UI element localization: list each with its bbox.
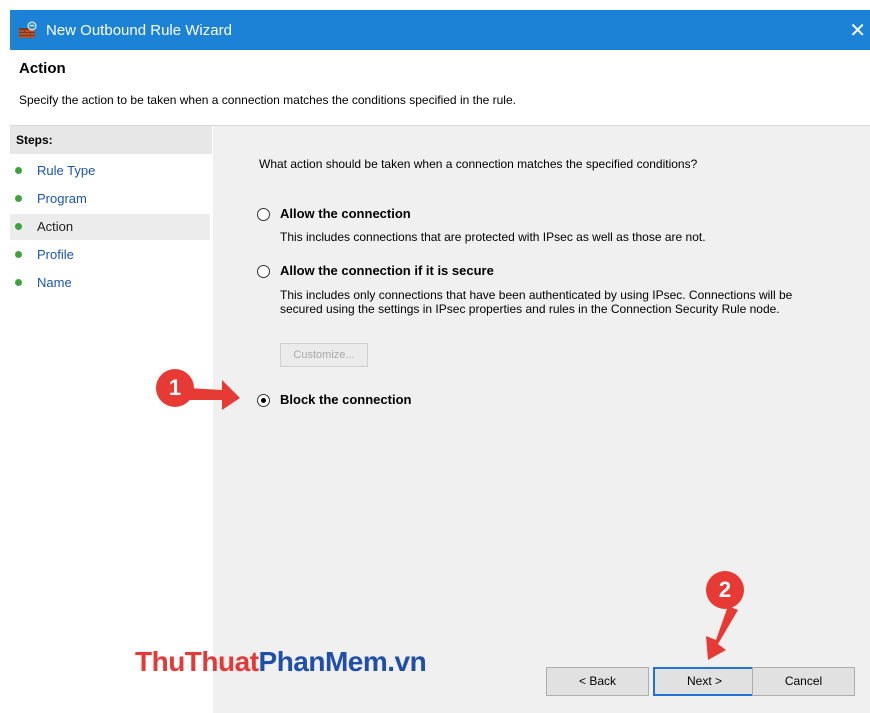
steps-header: Steps: [10,126,212,154]
step-label: Profile [37,247,74,262]
main-panel: What action should be taken when a conne… [213,126,870,713]
step-name[interactable]: Name [10,270,210,296]
allow-connection-description: This includes connections that are prote… [280,230,706,244]
step-label: Program [37,191,87,206]
step-2-badge: 2 [706,571,744,609]
watermark: ThuThuatPhanMem.vn [135,646,427,678]
close-icon[interactable]: ✕ [849,18,866,43]
allow-connection-radio[interactable] [257,208,270,221]
allow-if-secure-radio[interactable] [257,265,270,278]
block-connection-label[interactable]: Block the connection [280,392,411,407]
step-program[interactable]: Program [10,186,210,212]
step-bullet-icon [15,251,22,258]
firewall-icon [18,20,38,40]
step-label: Action [37,219,74,234]
allow-connection-label[interactable]: Allow the connection [280,206,411,221]
allow-if-secure-description: This includes only connections that have… [280,288,793,316]
block-connection-radio[interactable] [257,394,270,407]
watermark-part-1: ThuThuat [135,646,259,677]
step-1-badge: 1 [156,369,194,407]
step-profile[interactable]: Profile [10,242,210,268]
action-question: What action should be taken when a conne… [259,157,698,171]
watermark-part-2: PhanMem.vn [258,646,427,677]
next-button[interactable]: Next > [653,667,756,696]
allow-if-secure-label[interactable]: Allow the connection if it is secure [280,263,494,278]
window-title: New Outbound Rule Wizard [46,21,232,39]
wizard-header: Action Specify the action to be taken wh… [10,50,870,125]
step-label: Rule Type [37,163,96,178]
step-action[interactable]: Action [10,214,210,240]
step-bullet-icon [15,195,22,202]
page-title: Action [19,60,66,77]
customize-button[interactable]: Customize... [280,343,368,367]
step-bullet-icon [15,167,22,174]
steps-panel: Steps: Rule Type Program Action Profile … [10,126,212,713]
cancel-button[interactable]: Cancel [752,667,855,696]
page-description: Specify the action to be taken when a co… [19,93,516,107]
back-button[interactable]: < Back [546,667,649,696]
step-label: Name [37,275,72,290]
step-bullet-icon [15,223,22,230]
step-bullet-icon [15,279,22,286]
title-bar: New Outbound Rule Wizard ✕ [10,10,870,50]
step-rule-type[interactable]: Rule Type [10,158,210,184]
